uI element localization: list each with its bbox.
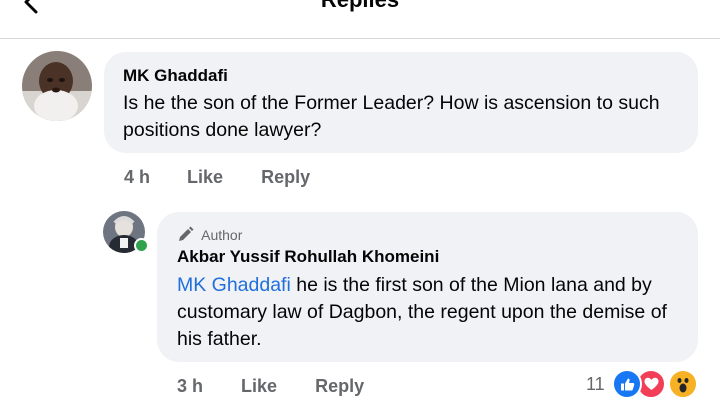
reply-bubble[interactable]: Author Akbar Yussif Rohullah Khomeini MK… (157, 212, 698, 362)
comment-text: Is he the son of the Former Leader? How … (123, 92, 660, 141)
avatar[interactable] (22, 51, 92, 121)
page-title: Replies (0, 0, 720, 13)
reaction-summary[interactable] (612, 369, 702, 399)
comment-author[interactable]: MK Ghaddafi (123, 66, 228, 86)
reply-button[interactable]: Reply (261, 167, 310, 188)
reaction-count[interactable]: 11 (586, 374, 605, 395)
comment-time: 3 h (177, 376, 204, 396)
like-button[interactable]: Like (187, 167, 223, 188)
pencil-icon (177, 226, 201, 243)
reply-button[interactable]: Reply (315, 376, 364, 397)
like-button[interactable]: Like (241, 376, 277, 397)
author-badge: Author (177, 226, 242, 243)
author-badge-label: Author (201, 227, 243, 243)
comment-text: MK Ghaddafi he is the first son of the M… (177, 272, 687, 353)
comment-actions: 3 h Like Reply (177, 376, 364, 397)
comment-author[interactable]: Akbar Yussif Rohullah Khomeini (177, 247, 439, 267)
comment-actions: 4 h Like Reply (124, 167, 310, 188)
mention-link[interactable]: MK Ghaddafi (177, 274, 291, 296)
wow-reaction-icon (668, 369, 698, 399)
online-status-indicator (134, 238, 149, 253)
comment-bubble[interactable]: MK Ghaddafi Is he the son of the Former … (104, 52, 698, 153)
like-reaction-icon (612, 369, 642, 399)
comment-time: 4 h (124, 167, 151, 187)
replies-header: Replies (0, 0, 720, 39)
